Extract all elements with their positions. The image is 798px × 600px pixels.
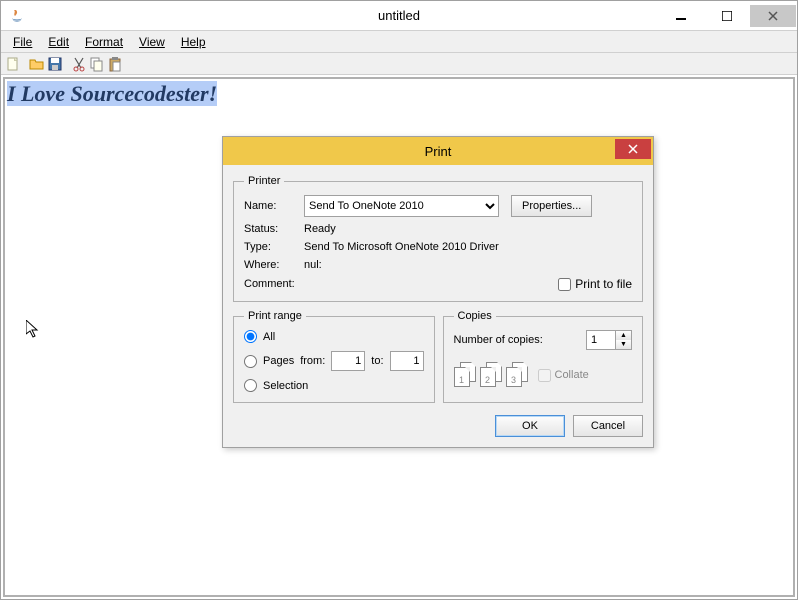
copies-group-label: Copies xyxy=(454,310,496,322)
comment-label: Comment: xyxy=(244,278,304,290)
ok-button[interactable]: OK xyxy=(495,415,565,437)
menu-format[interactable]: Format xyxy=(77,33,131,51)
copies-input[interactable] xyxy=(586,330,616,350)
collate-label: Collate xyxy=(555,369,589,381)
print-to-file-option[interactable]: Print to file xyxy=(558,277,632,291)
collate-pages-icon: 11 22 33 xyxy=(454,362,530,388)
cancel-button[interactable]: Cancel xyxy=(573,415,643,437)
print-dialog: Print Printer Name: Send To OneNote 2010… xyxy=(222,136,654,448)
menu-edit[interactable]: Edit xyxy=(40,33,77,51)
range-pages-label: Pages xyxy=(263,355,294,367)
where-label: Where: xyxy=(244,259,304,271)
print-range-label: Print range xyxy=(244,310,306,322)
dialog-body: Printer Name: Send To OneNote 2010 Prope… xyxy=(223,165,653,447)
dialog-titlebar[interactable]: Print xyxy=(223,137,653,165)
properties-button[interactable]: Properties... xyxy=(511,195,592,217)
range-selection-radio[interactable] xyxy=(244,379,257,392)
dialog-close-button[interactable] xyxy=(615,139,651,159)
type-label: Type: xyxy=(244,241,304,253)
status-label: Status: xyxy=(244,223,304,235)
printer-name-select[interactable]: Send To OneNote 2010 xyxy=(304,195,499,217)
copies-spinner[interactable]: ▲▼ xyxy=(616,330,632,350)
menu-view[interactable]: View xyxy=(131,33,173,51)
spin-down-icon[interactable]: ▼ xyxy=(616,340,631,349)
java-app-icon xyxy=(9,8,25,24)
range-all-radio[interactable] xyxy=(244,330,257,343)
collate-checkbox xyxy=(538,369,551,382)
range-from-label: from: xyxy=(300,355,325,367)
save-file-icon[interactable] xyxy=(47,56,63,72)
open-file-icon[interactable] xyxy=(29,56,45,72)
menubar: File Edit Format View Help xyxy=(1,31,797,53)
status-value: Ready xyxy=(304,223,336,235)
window-title: untitled xyxy=(378,8,420,23)
range-to-label: to: xyxy=(371,355,383,367)
range-to-input[interactable] xyxy=(390,351,424,371)
print-range-group: Print range All Pages from: to: Selectio… xyxy=(233,310,435,403)
range-from-input[interactable] xyxy=(331,351,365,371)
range-all-label: All xyxy=(263,331,275,343)
range-selection-label: Selection xyxy=(263,380,308,392)
where-value: nul: xyxy=(304,259,322,271)
toolbar xyxy=(1,53,797,75)
close-button[interactable] xyxy=(750,5,796,27)
menu-help[interactable]: Help xyxy=(173,33,214,51)
menu-file[interactable]: File xyxy=(5,33,40,51)
range-pages-radio[interactable] xyxy=(244,355,257,368)
print-to-file-label: Print to file xyxy=(575,277,632,291)
spin-up-icon[interactable]: ▲ xyxy=(616,331,631,340)
dialog-buttons: OK Cancel xyxy=(233,411,643,437)
print-to-file-checkbox[interactable] xyxy=(558,278,571,291)
printer-group-label: Printer xyxy=(244,175,284,187)
editor-text-selection[interactable]: I Love Sourcecodester! xyxy=(7,81,217,106)
name-label: Name: xyxy=(244,200,304,212)
maximize-button[interactable] xyxy=(704,5,750,27)
cut-icon[interactable] xyxy=(71,56,87,72)
copies-label: Number of copies: xyxy=(454,334,543,346)
type-value: Send To Microsoft OneNote 2010 Driver xyxy=(304,241,499,253)
titlebar: untitled xyxy=(1,1,797,31)
new-file-icon[interactable] xyxy=(5,56,21,72)
minimize-button[interactable] xyxy=(658,5,704,27)
copies-group: Copies Number of copies: ▲▼ 11 22 33 xyxy=(443,310,644,403)
window-controls xyxy=(658,5,797,27)
printer-group: Printer Name: Send To OneNote 2010 Prope… xyxy=(233,175,643,302)
dialog-title: Print xyxy=(425,144,452,159)
paste-icon[interactable] xyxy=(107,56,123,72)
copy-icon[interactable] xyxy=(89,56,105,72)
